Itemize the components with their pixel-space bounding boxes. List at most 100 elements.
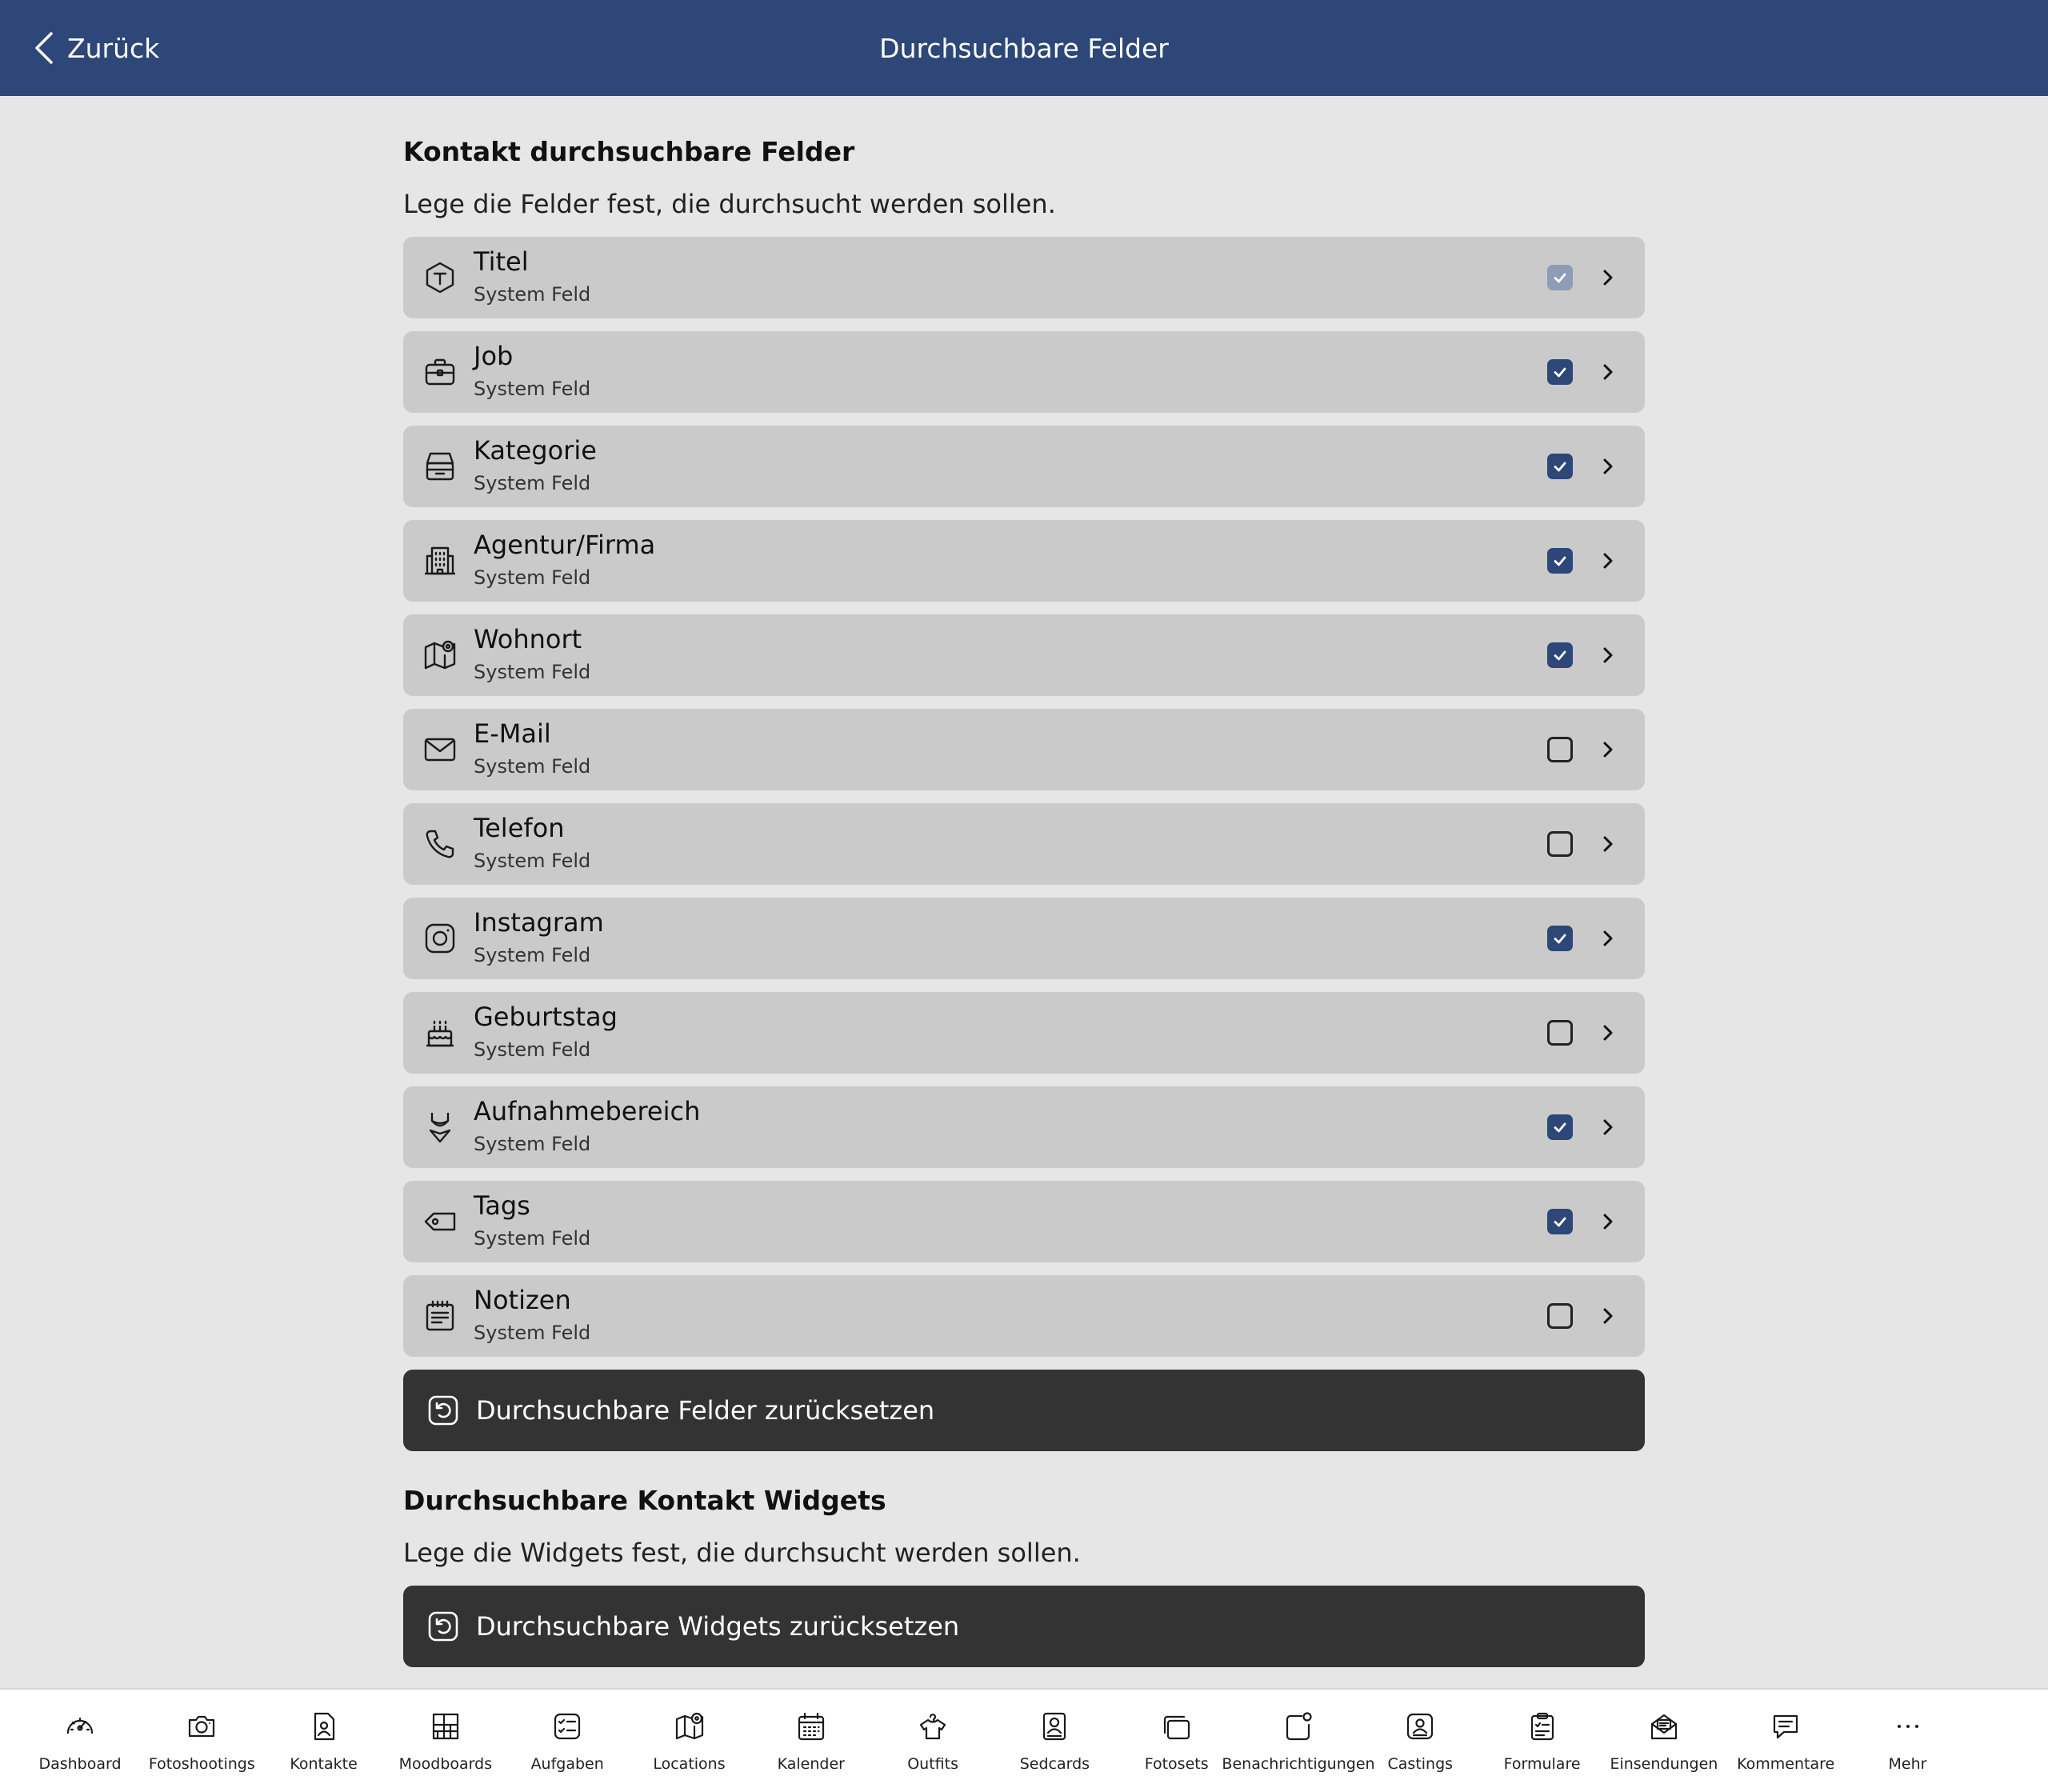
back-label: Zurück — [67, 32, 160, 64]
tab-dashboard[interactable]: Dashboard — [16, 1690, 144, 1792]
checkmark-icon — [1554, 273, 1566, 283]
field-row-instagram[interactable]: Instagram System Feld — [403, 898, 1645, 979]
notes-icon — [422, 1298, 458, 1334]
field-checkbox[interactable] — [1547, 548, 1573, 574]
field-checkbox[interactable] — [1547, 1114, 1573, 1140]
field-checkbox[interactable] — [1547, 926, 1573, 951]
phone-icon — [422, 826, 458, 862]
widgets-section-description: Lege die Widgets fest, die durchsucht we… — [403, 1538, 1081, 1568]
checkmark-icon — [1554, 934, 1566, 944]
field-checkbox[interactable] — [1547, 831, 1573, 857]
field-row-kategorie[interactable]: Kategorie System Feld — [403, 426, 1645, 507]
reset-icon — [428, 1395, 458, 1426]
briefcase-icon — [422, 354, 458, 390]
field-row-email[interactable]: E-Mail System Feld — [403, 709, 1645, 790]
field-row-job[interactable]: Job System Feld — [403, 331, 1645, 413]
speedometer-icon — [64, 1710, 96, 1742]
tab-kontakte[interactable]: Kontakte — [260, 1690, 388, 1792]
field-label: Tags — [474, 1190, 530, 1221]
reset-fields-label: Durchsuchbare Felder zurücksetzen — [476, 1395, 935, 1426]
field-label: Instagram — [474, 907, 604, 938]
tab-label: Mehr — [1888, 1755, 1927, 1773]
field-checkbox[interactable] — [1547, 454, 1573, 479]
field-subtitle: System Feld — [474, 755, 591, 778]
field-label: Titel — [474, 246, 529, 277]
chevron-right-icon — [1603, 742, 1613, 758]
checkmark-icon — [1554, 1122, 1566, 1133]
tab-einsendungen[interactable]: Einsendungen — [1600, 1690, 1728, 1792]
tab-mehr[interactable]: Mehr — [1844, 1690, 1972, 1792]
checkmark-icon — [1554, 367, 1566, 378]
checkmark-icon — [1554, 556, 1566, 566]
back-button[interactable]: Zurück — [32, 0, 159, 96]
field-checkbox[interactable] — [1547, 1020, 1573, 1046]
field-subtitle: System Feld — [474, 1133, 591, 1155]
tab-bar: Dashboard Fotoshootings Kontakte Moodboards… — [0, 1688, 2048, 1792]
contact-fields-section-title: Kontakt durchsuchbare Felder — [403, 136, 855, 167]
field-row-wohnort[interactable]: Wohnort System Feld — [403, 614, 1645, 696]
reset-widgets-label: Durchsuchbare Widgets zurücksetzen — [476, 1611, 960, 1642]
hanger-shirt-icon — [917, 1710, 949, 1742]
field-checkbox[interactable] — [1547, 1303, 1573, 1329]
field-subtitle: System Feld — [474, 1322, 591, 1344]
map-pin-icon — [674, 1710, 706, 1742]
building-icon — [422, 543, 458, 578]
tab-kommentare[interactable]: Kommentare — [1722, 1690, 1850, 1792]
field-checkbox[interactable] — [1547, 642, 1573, 668]
tab-fotosets[interactable]: Fotosets — [1113, 1690, 1241, 1792]
field-row-tags[interactable]: Tags System Feld — [403, 1181, 1645, 1262]
field-label: Notizen — [474, 1285, 571, 1315]
tray-icon — [422, 449, 458, 484]
tab-aufgaben[interactable]: Aufgaben — [503, 1690, 631, 1792]
tag-icon — [422, 1204, 458, 1239]
tab-benachrichtigungen[interactable]: Benachrichtigungen — [1222, 1690, 1375, 1792]
field-subtitle: System Feld — [474, 378, 591, 400]
chevron-right-icon — [1603, 836, 1613, 852]
instagram-icon — [422, 921, 458, 956]
text-hexagon-icon — [422, 260, 458, 295]
field-label: Kategorie — [474, 435, 597, 466]
swimsuit-icon — [422, 1110, 458, 1145]
field-row-notizen[interactable]: Notizen System Feld — [403, 1275, 1645, 1357]
field-row-aufnahmebereich[interactable]: Aufnahmebereich System Feld — [403, 1086, 1645, 1168]
field-row-telefon[interactable]: Telefon System Feld — [403, 803, 1645, 885]
tab-moodboards[interactable]: Moodboards — [382, 1690, 510, 1792]
tab-kalender[interactable]: Kalender — [747, 1690, 875, 1792]
tab-sedcards[interactable]: Sedcards — [990, 1690, 1118, 1792]
contact-file-icon — [308, 1710, 340, 1742]
more-dots-icon — [1892, 1710, 1924, 1742]
widgets-section-title: Durchsuchbare Kontakt Widgets — [403, 1485, 886, 1516]
chevron-right-icon — [1603, 1308, 1613, 1324]
field-checkbox[interactable] — [1547, 737, 1573, 762]
checkmark-icon — [1554, 650, 1566, 661]
tab-fotoshootings[interactable]: Fotoshootings — [138, 1690, 266, 1792]
reset-widgets-button[interactable]: Durchsuchbare Widgets zurücksetzen — [403, 1586, 1645, 1667]
field-row-geburtstag[interactable]: Geburtstag System Feld — [403, 992, 1645, 1074]
field-row-agentur[interactable]: Agentur/Firma System Feld — [403, 520, 1645, 602]
checkmark-icon — [1554, 462, 1566, 472]
casting-card-icon — [1404, 1710, 1436, 1742]
checkmark-icon — [1554, 1217, 1566, 1227]
tab-formulare[interactable]: Formulare — [1478, 1690, 1606, 1792]
map-pin-icon — [422, 638, 458, 673]
field-subtitle: System Feld — [474, 850, 591, 872]
cake-icon — [422, 1015, 458, 1050]
notification-badge-icon — [1282, 1710, 1314, 1742]
tab-castings[interactable]: Castings — [1356, 1690, 1484, 1792]
tab-outfits[interactable]: Outfits — [869, 1690, 997, 1792]
tab-locations[interactable]: Locations — [626, 1690, 754, 1792]
field-subtitle: System Feld — [474, 283, 591, 306]
field-label: E-Mail — [474, 718, 551, 749]
chevron-right-icon — [1603, 930, 1613, 946]
field-checkbox[interactable] — [1547, 1209, 1573, 1234]
field-row-titel[interactable]: Titel System Feld — [403, 237, 1645, 318]
mail-icon — [422, 732, 458, 767]
field-label: Aufnahmebereich — [474, 1096, 701, 1126]
chevron-right-icon — [1603, 458, 1613, 474]
chevron-right-icon — [1603, 1025, 1613, 1041]
field-subtitle: System Feld — [474, 1038, 591, 1061]
reset-fields-button[interactable]: Durchsuchbare Felder zurücksetzen — [403, 1370, 1645, 1451]
field-checkbox[interactable] — [1547, 359, 1573, 385]
page-title: Durchsuchbare Felder — [879, 32, 1169, 64]
chevron-right-icon — [1603, 364, 1613, 380]
